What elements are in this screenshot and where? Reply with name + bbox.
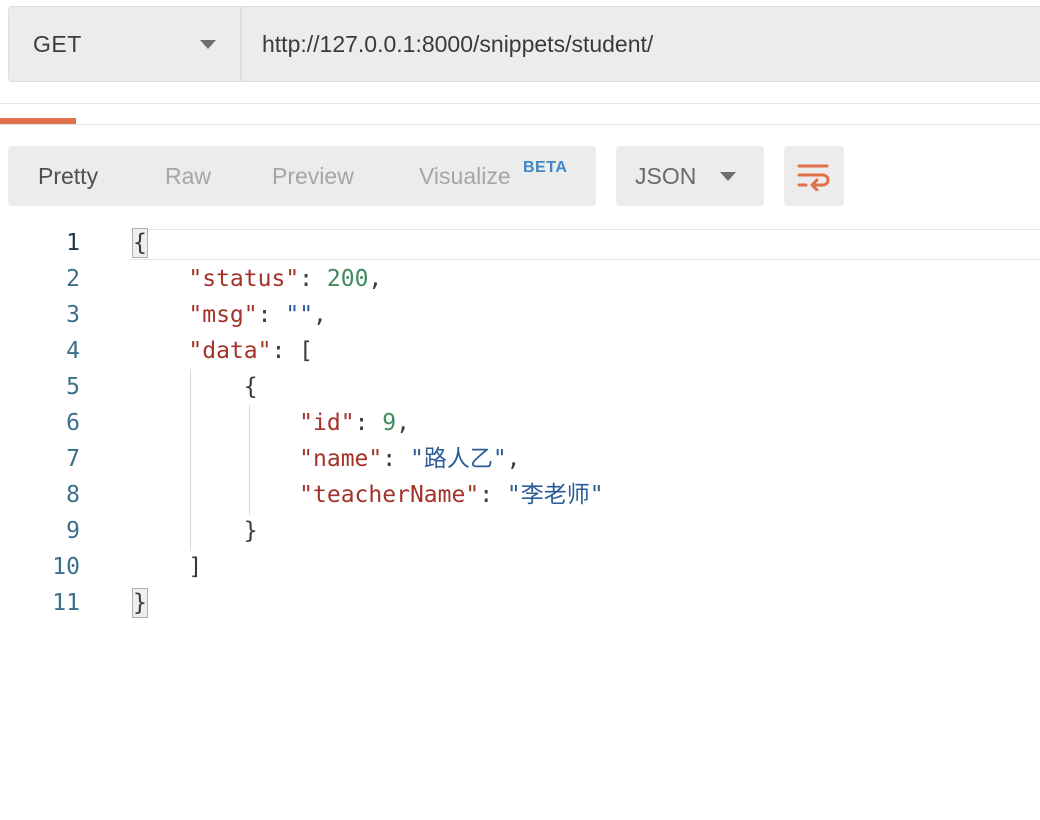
beta-badge: BETA	[523, 159, 568, 176]
divider	[0, 124, 1040, 125]
code-token-punc: ,	[313, 302, 327, 328]
response-body-editor[interactable]: 1{2 "status": 200, 3 "msg": "", 4 "data": …	[0, 225, 1040, 625]
chevron-down-icon	[200, 39, 216, 49]
code-line: 2 "status": 200,	[0, 261, 1040, 297]
code-text: {	[132, 225, 148, 261]
chevron-down-icon	[720, 171, 736, 181]
code-token-punc: ]	[188, 554, 203, 580]
tab-visualize[interactable]: Visualize	[419, 163, 511, 190]
code-text: "teacherName": "李老师"	[133, 477, 604, 513]
code-token-key: "id"	[299, 410, 355, 436]
code-text: "msg": "",	[133, 297, 327, 333]
code-line: 7 "name": "路人乙",	[0, 441, 1040, 477]
method-label: GET	[33, 30, 82, 57]
code-line: 6 "id": 9,	[0, 405, 1040, 441]
code-token-key: "data"	[188, 338, 272, 364]
code-token-punc: : [	[271, 338, 314, 364]
format-label: JSON	[635, 162, 697, 189]
tab-raw[interactable]: Raw	[165, 163, 211, 190]
code-line: 5 {	[0, 369, 1040, 405]
line-number: 3	[66, 302, 80, 328]
url-input[interactable]: http://127.0.0.1:8000/snippets/student/	[242, 7, 1040, 81]
request-bar: GET http://127.0.0.1:8000/snippets/stude…	[8, 6, 1040, 82]
format-select[interactable]: JSON	[616, 146, 764, 206]
method-select[interactable]: GET	[9, 7, 242, 81]
code-token-key: "msg"	[188, 302, 258, 328]
code-token-key: "status"	[188, 266, 300, 292]
code-line: 8 "teacherName": "李老师"	[0, 477, 1040, 513]
tab-pretty[interactable]: Pretty	[38, 163, 98, 190]
code-text: "status": 200,	[133, 261, 382, 297]
matched-bracket: {	[132, 228, 148, 258]
code-token-punc: }	[243, 518, 258, 544]
code-line: 3 "msg": "",	[0, 297, 1040, 333]
code-token-punc: ,	[506, 446, 521, 472]
line-number: 8	[66, 482, 80, 508]
code-text: ]	[133, 549, 202, 585]
line-number: 5	[66, 374, 80, 400]
line-number: 6	[66, 410, 80, 436]
code-text: }	[132, 585, 148, 621]
response-view-tabs: Pretty Raw Preview Visualize BETA	[8, 146, 596, 206]
code-token-key: "name"	[299, 446, 383, 472]
code-token-punc: {	[243, 374, 258, 400]
code-line: 9 }	[0, 513, 1040, 549]
code-line: 11}	[0, 585, 1040, 621]
code-token-str: "路人乙"	[409, 446, 507, 472]
code-token-punc: :	[299, 266, 327, 292]
code-token-punc: :	[382, 446, 410, 472]
code-token-punc: ,	[396, 410, 410, 436]
line-number: 10	[52, 554, 80, 580]
code-text: {	[133, 369, 258, 405]
code-line: 4 "data": [	[0, 333, 1040, 369]
code-text: "data": [	[133, 333, 313, 369]
wrap-lines-icon	[797, 164, 830, 191]
wrap-lines-button[interactable]	[784, 146, 844, 206]
code-token-punc: :	[354, 410, 383, 436]
code-token-punc: ,	[368, 266, 383, 292]
code-line: 1{	[0, 225, 1040, 261]
line-number: 2	[66, 266, 80, 292]
line-number: 1	[66, 230, 80, 256]
code-text: "name": "路人乙",	[133, 441, 521, 477]
code-line: 10 ]	[0, 549, 1040, 585]
code-text: "id": 9,	[133, 405, 410, 441]
code-token-num: 9	[382, 410, 397, 436]
tab-preview[interactable]: Preview	[272, 163, 354, 190]
code-token-str: ""	[285, 302, 314, 328]
line-number: 4	[66, 338, 80, 364]
code-token-key: "teacherName"	[299, 482, 480, 508]
code-token-str: "李老师"	[506, 482, 604, 508]
divider	[0, 103, 1040, 104]
code-text: }	[133, 513, 258, 549]
line-number: 11	[52, 590, 80, 616]
code-token-num: 200	[326, 266, 369, 292]
line-number: 9	[66, 518, 80, 544]
code-token-punc: :	[257, 302, 286, 328]
line-number: 7	[66, 446, 80, 472]
code-token-punc: :	[479, 482, 507, 508]
matched-bracket: }	[132, 588, 148, 618]
